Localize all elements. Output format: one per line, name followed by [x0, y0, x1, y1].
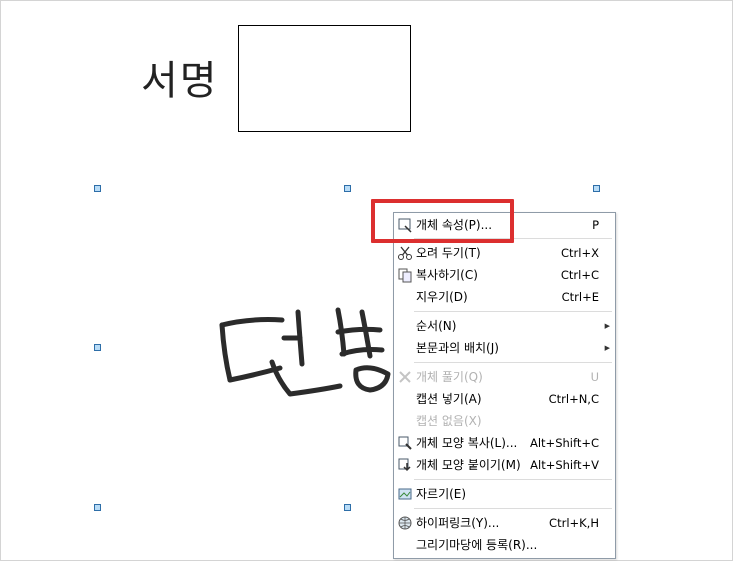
menu-item-insert-caption[interactable]: 캡션 넣기(A) Ctrl+N,C [394, 388, 615, 410]
menu-item-shortcut: Ctrl+E [561, 290, 599, 304]
submenu-arrow-icon: ▶ [604, 322, 610, 330]
signature-label: 서명 [141, 58, 219, 104]
context-menu: 개체 속성(P)... P 오려 두기(T) Ctrl+X 복사하기(C) Ct… [393, 212, 616, 559]
menu-item-no-caption[interactable]: 캡션 없음(X) [394, 410, 615, 432]
menu-separator [414, 362, 612, 363]
menu-item-shortcut: U [590, 370, 599, 384]
menu-item-ungroup[interactable]: 개체 풀기(Q) U [394, 366, 615, 388]
ungroup-icon [399, 371, 411, 383]
menu-separator [414, 479, 612, 480]
menu-item-label: 복사하기(C) [416, 268, 478, 282]
menu-item-shortcut: Alt+Shift+V [530, 458, 599, 472]
menu-item-shortcut: Ctrl+C [560, 268, 599, 282]
menu-item-hyperlink[interactable]: 하이퍼링크(Y)... Ctrl+K,H [394, 512, 615, 534]
menu-item-order[interactable]: 순서(N) ▶ [394, 315, 615, 337]
menu-item-copy[interactable]: 복사하기(C) Ctrl+C [394, 264, 615, 286]
paste-shape-icon [398, 458, 411, 472]
scissors-icon [398, 246, 412, 260]
copy-shape-icon [398, 436, 412, 450]
resize-handle-top-center[interactable] [344, 185, 351, 192]
menu-item-label: 개체 풀기(Q) [416, 370, 483, 384]
menu-item-label: 하이퍼링크(Y)... [416, 516, 500, 530]
menu-item-label: 캡션 넣기(A) [416, 392, 482, 406]
menu-item-label: 자르기(E) [416, 487, 467, 501]
menu-item-shortcut: Ctrl+K,H [549, 516, 599, 530]
submenu-arrow-icon: ▶ [604, 344, 610, 352]
menu-separator [414, 508, 612, 509]
annotation-highlight-box [371, 199, 514, 243]
hyperlink-globe-icon [398, 516, 412, 530]
menu-item-label: 본문과의 배치(J) [416, 341, 499, 355]
signature-box[interactable] [238, 25, 411, 132]
crop-icon [398, 488, 412, 500]
menu-item-cut[interactable]: 오려 두기(T) Ctrl+X [394, 242, 615, 264]
resize-handle-top-left[interactable] [94, 185, 101, 192]
menu-item-shortcut: P [592, 218, 599, 232]
handwritten-signature-image[interactable] [210, 290, 400, 410]
menu-item-shortcut: Ctrl+X [561, 246, 599, 260]
menu-item-copy-object-shape[interactable]: 개체 모양 복사(L)... Alt+Shift+C [394, 432, 615, 454]
menu-item-shortcut: Ctrl+N,C [548, 392, 599, 406]
menu-item-label: 캡션 없음(X) [416, 414, 482, 428]
resize-handle-top-right[interactable] [593, 185, 600, 192]
menu-item-paste-object-shape[interactable]: 개체 모양 붙이기(M) Alt+Shift+V [394, 454, 615, 476]
menu-item-delete[interactable]: 지우기(D) Ctrl+E [394, 286, 615, 308]
menu-item-label: 순서(N) [416, 319, 457, 333]
menu-item-text-wrap[interactable]: 본문과의 배치(J) ▶ [394, 337, 615, 359]
menu-item-register-drawing[interactable]: 그리기마당에 등록(R)... [394, 534, 615, 556]
menu-item-shortcut: Alt+Shift+C [529, 436, 599, 450]
menu-separator [414, 311, 612, 312]
menu-item-label: 지우기(D) [416, 290, 468, 304]
menu-item-label: 오려 두기(T) [416, 246, 481, 260]
resize-handle-bottom-center[interactable] [344, 504, 351, 511]
menu-item-label: 그리기마당에 등록(R)... [416, 538, 538, 552]
resize-handle-middle-left[interactable] [94, 344, 101, 351]
menu-item-label: 개체 모양 붙이기(M) [416, 458, 521, 472]
copy-icon [398, 268, 412, 283]
menu-item-crop[interactable]: 자르기(E) [394, 483, 615, 505]
resize-handle-bottom-left[interactable] [94, 504, 101, 511]
menu-item-label: 개체 모양 복사(L)... [416, 436, 518, 450]
